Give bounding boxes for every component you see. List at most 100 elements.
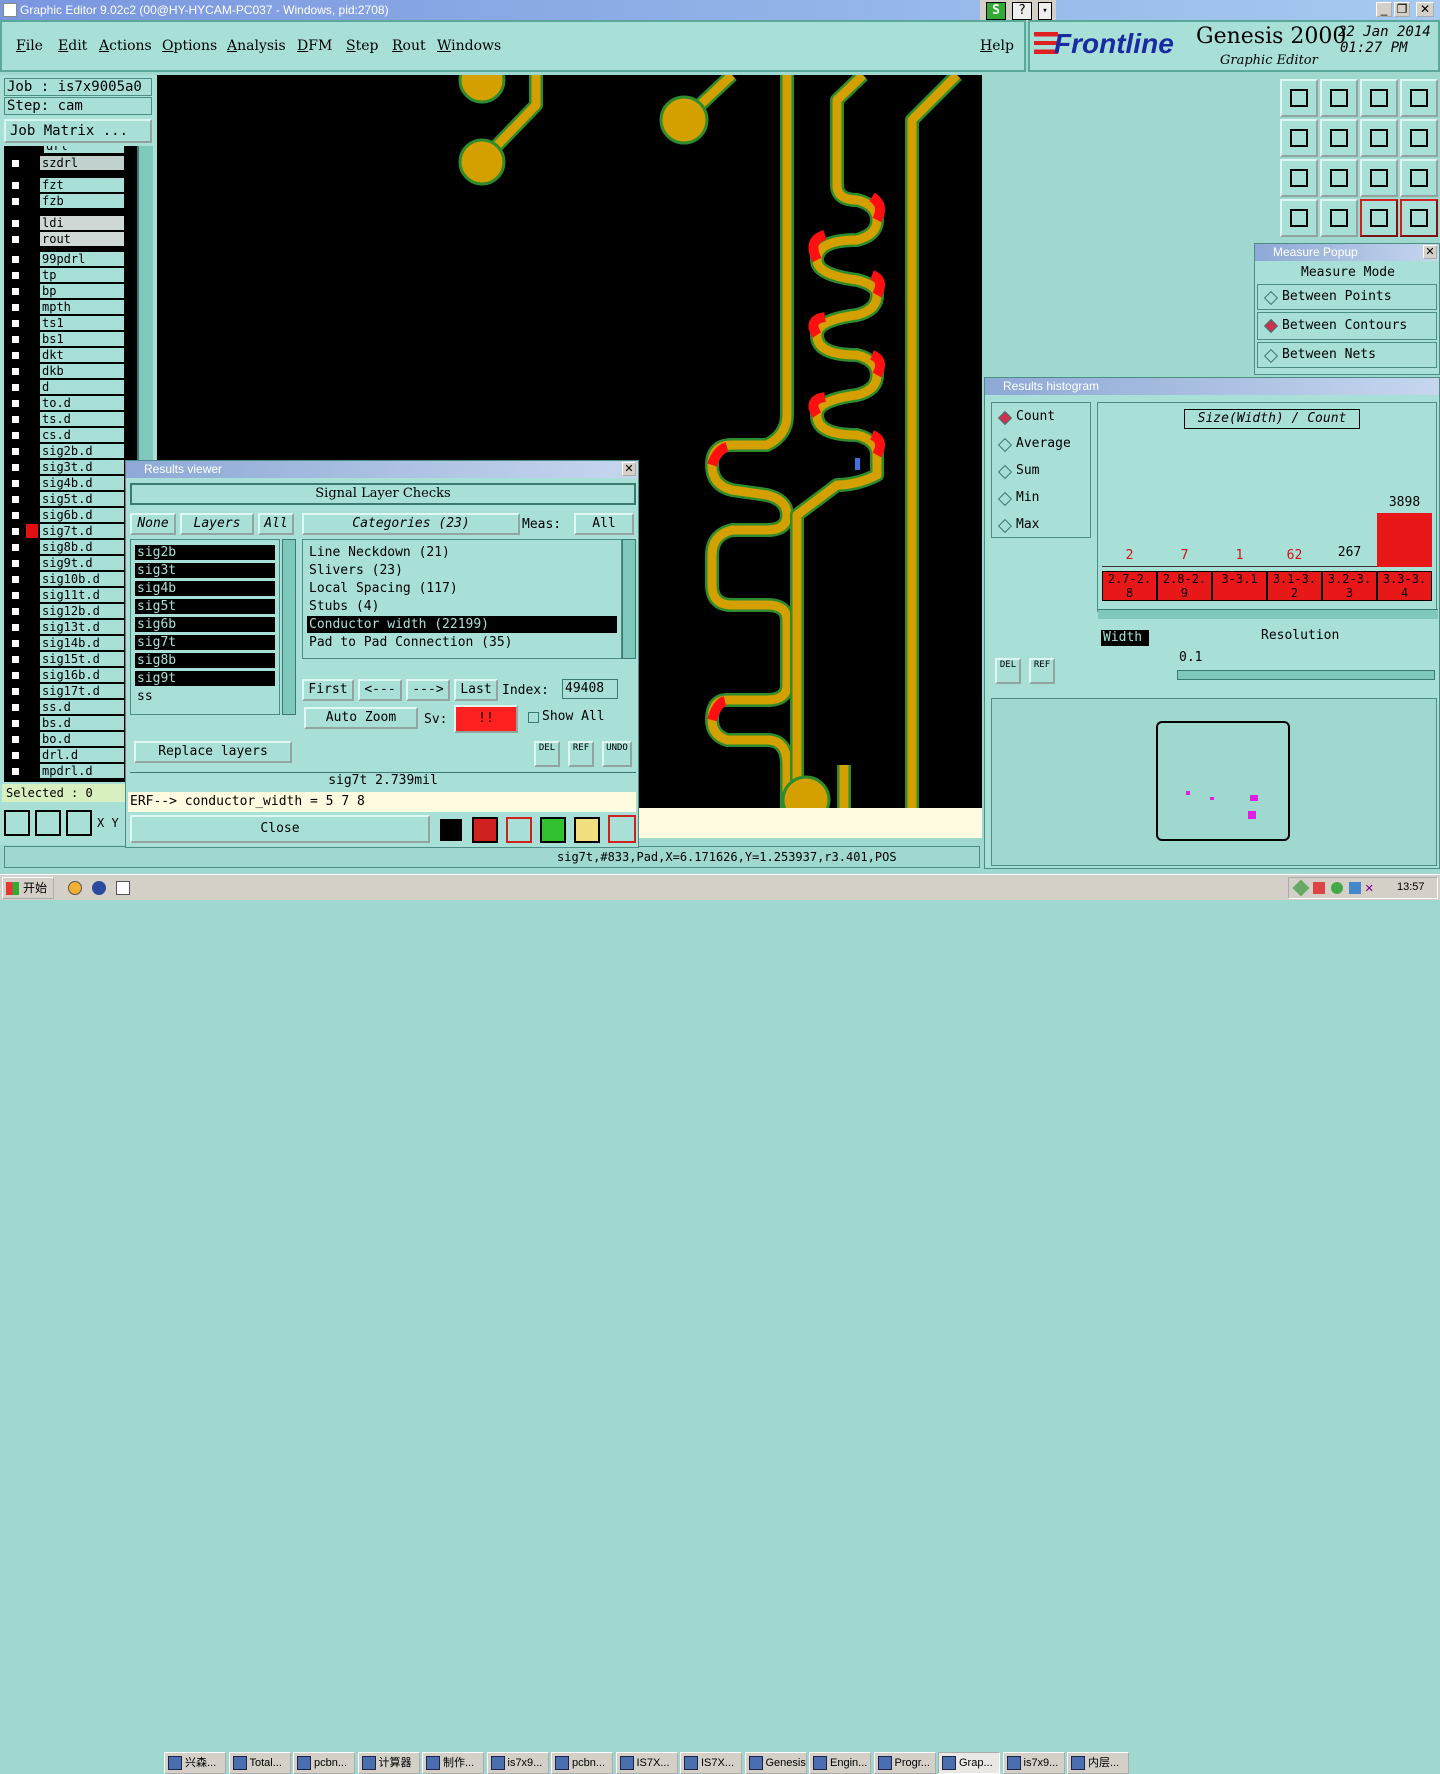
- hist-ref-button[interactable]: REF: [1029, 658, 1055, 684]
- prev-button[interactable]: <---: [358, 679, 402, 701]
- histogram-bar[interactable]: [1212, 566, 1267, 567]
- histogram-icon[interactable]: [608, 815, 636, 843]
- histogram-bar[interactable]: [1157, 566, 1212, 567]
- histogram-bar[interactable]: [1377, 513, 1432, 567]
- index-field[interactable]: 49408: [562, 679, 618, 699]
- histogram-bin-label[interactable]: 3.1-3.2: [1267, 571, 1322, 601]
- sv-select[interactable]: !!: [454, 705, 518, 733]
- checkbox-icon[interactable]: [10, 686, 21, 697]
- snake-icon[interactable]: [1400, 119, 1438, 157]
- layer-row[interactable]: to.d: [4, 396, 124, 411]
- taskbar-item[interactable]: IS7X...: [680, 1752, 742, 1774]
- layer-row[interactable]: sig2b.d: [4, 444, 124, 459]
- checkbox-icon[interactable]: [10, 430, 21, 441]
- close-icon[interactable]: ✕: [622, 462, 636, 476]
- layer-row[interactable]: sig13t.d: [4, 620, 124, 635]
- layer-row[interactable]: ss.d: [4, 700, 124, 715]
- home-icon[interactable]: [1360, 79, 1398, 117]
- meas-select[interactable]: All: [574, 513, 634, 535]
- menu-actions[interactable]: Actions: [99, 38, 152, 54]
- checkbox-icon[interactable]: [10, 350, 21, 361]
- help-icon[interactable]: ?: [1012, 2, 1032, 20]
- result-layer-item[interactable]: sig8b: [135, 653, 275, 668]
- settings-icon[interactable]: [1280, 199, 1318, 237]
- categories-button[interactable]: Categories (23): [302, 513, 520, 535]
- histogram-bar[interactable]: [1102, 566, 1157, 567]
- pan-right-icon[interactable]: [1320, 119, 1358, 157]
- none-button[interactable]: None: [130, 513, 176, 535]
- desktop-icon[interactable]: [116, 881, 130, 895]
- layer-row[interactable]: dkt: [4, 348, 124, 363]
- result-layer-item[interactable]: sig9t: [135, 671, 275, 686]
- menu-step[interactable]: Step: [346, 38, 378, 54]
- category-item[interactable]: Slivers (23): [307, 562, 617, 579]
- layer-row[interactable]: 99pdrl: [4, 252, 124, 267]
- layer-row[interactable]: sig12b.d: [4, 604, 124, 619]
- checkbox-icon[interactable]: [10, 558, 21, 569]
- info-icon[interactable]: [438, 817, 464, 843]
- select-tool-icon[interactable]: [4, 810, 30, 836]
- taskbar-item[interactable]: IS7X...: [615, 1752, 678, 1774]
- layer-row[interactable]: d: [4, 380, 124, 395]
- checkbox-icon[interactable]: [10, 398, 21, 409]
- checkbox-icon[interactable]: [10, 766, 21, 777]
- menu-analysis[interactable]: Analysis: [227, 38, 286, 54]
- menu-dfm[interactable]: DFM: [297, 38, 332, 54]
- histogram-bin-label[interactable]: 3.3-3.4: [1377, 571, 1432, 601]
- layer-row[interactable]: sig4b.d: [4, 476, 124, 491]
- hist-del-button[interactable]: DEL: [995, 658, 1021, 684]
- layer-row[interactable]: tp: [4, 268, 124, 283]
- layer-row[interactable]: bs1: [4, 332, 124, 347]
- checkbox-icon[interactable]: [10, 234, 21, 245]
- checkbox-icon[interactable]: [10, 718, 21, 729]
- histogram-bin-label[interactable]: 3-3.1: [1212, 571, 1267, 601]
- s-icon[interactable]: S: [986, 2, 1006, 20]
- menu-options[interactable]: Options: [162, 38, 217, 54]
- checkbox-icon[interactable]: [10, 622, 21, 633]
- histogram-bin-label[interactable]: 2.7-2.8: [1102, 571, 1157, 601]
- zoom-fit-icon[interactable]: [1280, 159, 1318, 197]
- layers-button[interactable]: Layers: [180, 513, 254, 535]
- category-item[interactable]: Pad to Pad Connection (35): [307, 634, 617, 651]
- layer-row[interactable]: cs.d: [4, 428, 124, 443]
- stat-option[interactable]: Max: [994, 515, 1088, 537]
- clock-icon[interactable]: [68, 881, 82, 895]
- show-all-checkbox[interactable]: [528, 712, 539, 723]
- checkbox-icon[interactable]: [10, 526, 21, 537]
- taskbar-item[interactable]: Engin...: [809, 1752, 871, 1774]
- mirror-icon[interactable]: [1360, 119, 1398, 157]
- grid-icon[interactable]: [1320, 199, 1358, 237]
- minimize-button[interactable]: _: [1376, 2, 1392, 17]
- checkbox-icon[interactable]: [10, 366, 21, 377]
- undo-button[interactable]: UNDO: [602, 741, 632, 767]
- first-button[interactable]: First: [302, 679, 354, 701]
- layer-row[interactable]: rout: [4, 232, 124, 247]
- checkbox-icon[interactable]: [10, 158, 21, 169]
- taskbar-item[interactable]: 计算器: [357, 1752, 420, 1774]
- checkbox-icon[interactable]: [10, 286, 21, 297]
- notes-icon[interactable]: [574, 817, 600, 843]
- checkbox-icon[interactable]: [10, 702, 21, 713]
- menu-help[interactable]: Help: [980, 38, 1014, 54]
- checkbox-icon[interactable]: [10, 590, 21, 601]
- layer-row[interactable]: bs.d: [4, 716, 124, 731]
- menu-file[interactable]: File: [16, 38, 43, 54]
- layer-row[interactable]: sig7t.d: [4, 524, 124, 539]
- restore-button[interactable]: ❐: [1394, 2, 1410, 17]
- layer-row[interactable]: ldi: [4, 216, 124, 231]
- ref-button[interactable]: REF: [568, 741, 594, 767]
- taskbar-item[interactable]: Total...: [228, 1752, 291, 1774]
- histogram-bin-label[interactable]: 3.2-3.3: [1322, 571, 1377, 601]
- taskbar-item[interactable]: Progr...: [873, 1752, 936, 1774]
- measure-option-contours[interactable]: Between Contours: [1257, 312, 1437, 340]
- result-layer-item[interactable]: sig3t: [135, 563, 275, 578]
- width-field[interactable]: Width: [1101, 630, 1149, 646]
- measure-option-nets[interactable]: Between Nets: [1257, 342, 1437, 368]
- checkbox-icon[interactable]: [10, 670, 21, 681]
- result-layer-item[interactable]: sig6b: [135, 617, 275, 632]
- taskbar-item[interactable]: 制作...: [422, 1752, 484, 1774]
- layer-row[interactable]: sig10b.d: [4, 572, 124, 587]
- category-item[interactable]: Stubs (4): [307, 598, 617, 615]
- menu-windows[interactable]: Windows: [437, 38, 501, 54]
- layer-row[interactable]: bp: [4, 284, 124, 299]
